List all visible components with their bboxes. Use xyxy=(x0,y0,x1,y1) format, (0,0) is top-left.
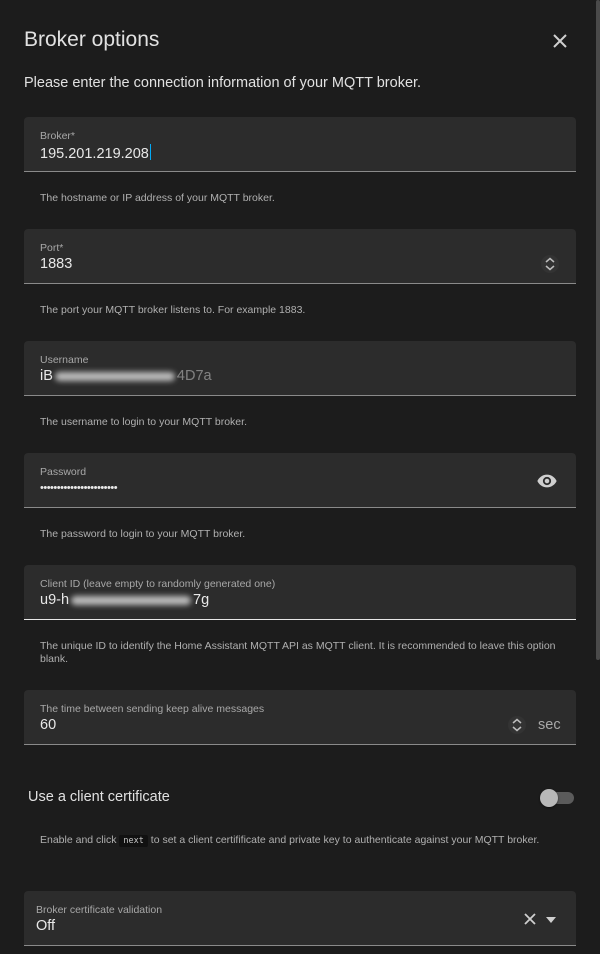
keepalive-unit: sec xyxy=(538,717,561,733)
username-input[interactable]: iB 4D7a xyxy=(40,368,212,384)
port-label: Port* xyxy=(40,242,64,254)
keepalive-input[interactable]: 60 xyxy=(40,717,56,733)
unfold-icon xyxy=(512,718,522,732)
client-certificate-helper: Enable and click next to set a client ce… xyxy=(40,830,560,851)
unfold-icon xyxy=(545,257,555,271)
port-helper: The port your MQTT broker listens to. Fo… xyxy=(40,304,306,316)
port-stepper[interactable] xyxy=(541,255,559,273)
redacted-blur xyxy=(71,595,192,605)
port-input[interactable]: 1883 xyxy=(40,256,72,272)
client-certificate-label: Use a client certificate xyxy=(28,789,170,805)
eye-icon xyxy=(537,474,557,488)
username-value-end: 4D7a xyxy=(176,368,212,384)
username-helper: The username to login to your MQTT broke… xyxy=(40,416,247,428)
scrollbar[interactable] xyxy=(596,0,600,660)
client-id-value-end: 7g xyxy=(193,592,210,608)
certificate-validation-select[interactable]: Broker certificate validation Off xyxy=(24,891,576,946)
username-value-start: iB xyxy=(40,368,53,384)
keepalive-field[interactable]: The time between sending keep alive mess… xyxy=(24,690,576,745)
helper-text-end: to set a client certifificate and privat… xyxy=(150,834,540,846)
close-icon xyxy=(553,34,567,48)
broker-label: Broker* xyxy=(40,130,76,142)
dialog-title: Broker options xyxy=(24,28,160,51)
broker-options-dialog: Broker options Please enter the connecti… xyxy=(0,0,600,954)
switch-thumb xyxy=(540,789,558,807)
client-id-value-start: u9-h xyxy=(40,592,70,608)
next-code: next xyxy=(119,835,148,847)
dropdown-toggle[interactable] xyxy=(544,913,558,927)
text-caret xyxy=(149,144,151,160)
certificate-validation-value: Off xyxy=(36,918,56,934)
client-id-input[interactable]: u9-h 7g xyxy=(40,592,209,608)
redacted-blur xyxy=(54,371,175,381)
clear-icon xyxy=(524,913,536,925)
dialog-intro: Please enter the connection information … xyxy=(24,75,422,91)
username-field[interactable]: Username iB 4D7a xyxy=(24,341,576,396)
password-helper: The password to login to your MQTT broke… xyxy=(40,528,246,540)
client-id-field[interactable]: Client ID (leave empty to randomly gener… xyxy=(24,565,576,620)
client-certificate-switch[interactable] xyxy=(538,789,576,807)
password-label: Password xyxy=(40,466,87,478)
broker-input[interactable]: 195.201.219.208 xyxy=(40,144,151,162)
broker-field[interactable]: Broker* 195.201.219.208 xyxy=(24,117,576,172)
client-id-label: Client ID (leave empty to randomly gener… xyxy=(40,578,276,590)
broker-helper: The hostname or IP address of your MQTT … xyxy=(40,192,275,204)
client-id-helper: The unique ID to identify the Home Assis… xyxy=(40,640,556,665)
clear-selection-button[interactable] xyxy=(520,909,540,929)
username-label: Username xyxy=(40,354,89,366)
broker-value: 195.201.219.208 xyxy=(40,146,149,162)
helper-text-start: Enable and click xyxy=(40,834,117,846)
keepalive-label: The time between sending keep alive mess… xyxy=(40,703,265,715)
keepalive-stepper[interactable] xyxy=(508,716,526,734)
password-field[interactable]: Password ••••••••••••••••••••••• xyxy=(24,453,576,508)
close-button[interactable] xyxy=(548,29,572,53)
chevron-down-icon xyxy=(546,917,556,923)
port-field[interactable]: Port* 1883 xyxy=(24,229,576,284)
password-input[interactable]: ••••••••••••••••••••••• xyxy=(40,482,118,494)
certificate-validation-label: Broker certificate validation xyxy=(36,904,163,916)
toggle-password-visibility-button[interactable] xyxy=(536,470,558,492)
